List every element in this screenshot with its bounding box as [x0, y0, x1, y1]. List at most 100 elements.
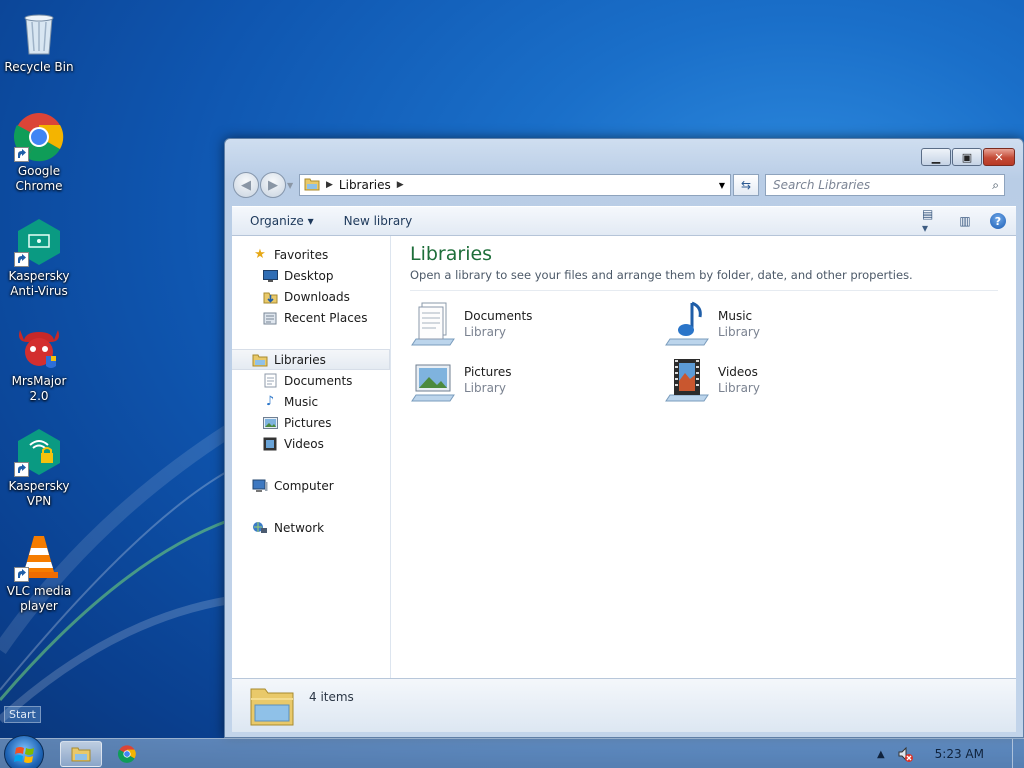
- chrome-icon: [13, 112, 64, 162]
- preview-pane-icon[interactable]: ▥: [956, 213, 974, 229]
- taskbar: ▲ 5:23 AM: [0, 735, 1024, 768]
- libraries-icon: [252, 352, 268, 368]
- taskbar-chrome[interactable]: [106, 741, 148, 767]
- organize-button[interactable]: Organize ▾: [250, 214, 314, 228]
- breadcrumb-separator-icon[interactable]: ▶: [326, 180, 333, 190]
- nav-item-documents[interactable]: Documents: [232, 370, 390, 391]
- mrsmajor-icon: [14, 322, 64, 372]
- shortcut-arrow-icon: [14, 462, 29, 477]
- library-item-pictures[interactable]: Pictures Library: [410, 355, 664, 403]
- back-arrow-icon: ◀: [241, 177, 251, 193]
- desktop-icon-recycle-bin[interactable]: Recycle Bin: [1, 8, 77, 75]
- libraries-folder-icon: [304, 177, 320, 194]
- details-pane: 4 items: [232, 678, 1016, 732]
- library-grid: Documents Library Music Library Pictures…: [410, 299, 998, 403]
- nav-item-network[interactable]: Network: [232, 517, 390, 538]
- desktop-icon-mrsmajor[interactable]: MrsMajor 2.0: [1, 322, 77, 404]
- library-item-videos[interactable]: Videos Library: [664, 355, 918, 403]
- new-library-button[interactable]: New library: [344, 214, 413, 228]
- minimize-button[interactable]: ▁: [921, 148, 951, 166]
- breadcrumb-separator-icon[interactable]: ▶: [397, 180, 404, 190]
- desktop-icon-label: MrsMajor 2.0: [11, 374, 67, 403]
- library-name: Pictures: [464, 365, 512, 379]
- recycle-bin-icon: [14, 8, 64, 58]
- show-hidden-icons-icon[interactable]: ▲: [877, 749, 885, 760]
- navigation-bar: ◀ ▶ ▼ ▶ Libraries ▶ ▼ ⇆ Search Libraries…: [233, 172, 1015, 198]
- nav-item-downloads[interactable]: Downloads: [232, 286, 390, 307]
- change-view-icon[interactable]: ▤ ▾: [922, 207, 940, 235]
- desktop-icon-label: Google Chrome: [15, 164, 63, 193]
- taskbar-explorer[interactable]: [60, 741, 102, 767]
- library-item-music[interactable]: Music Library: [664, 299, 918, 347]
- library-item-documents[interactable]: Documents Library: [410, 299, 664, 347]
- start-tooltip: Start: [4, 706, 41, 723]
- computer-icon: [252, 478, 268, 494]
- clock[interactable]: 5:23 AM: [935, 747, 984, 761]
- library-content: Libraries Open a library to see your fil…: [391, 236, 1016, 678]
- nav-item-videos[interactable]: Videos: [232, 433, 390, 454]
- address-bar[interactable]: ▶ Libraries ▶ ▼: [299, 174, 731, 196]
- library-name: Documents: [464, 309, 533, 323]
- back-button[interactable]: ◀: [233, 172, 259, 198]
- nav-item-favorites[interactable]: ★ Favorites: [232, 244, 390, 265]
- close-button[interactable]: ✕: [983, 148, 1015, 166]
- shortcut-arrow-icon: [14, 147, 29, 162]
- chrome-icon: [118, 745, 136, 763]
- close-icon: ✕: [994, 150, 1004, 164]
- library-name: Music: [718, 309, 753, 323]
- help-icon[interactable]: ?: [990, 213, 1006, 229]
- documents-icon: [262, 373, 278, 389]
- maximize-button[interactable]: ▣: [952, 148, 982, 166]
- nav-item-recent-places[interactable]: Recent Places: [232, 307, 390, 328]
- explorer-body: ★ Favorites Desktop Downloads Recent Pla…: [232, 236, 1016, 678]
- desktop-icon-google-chrome[interactable]: Google Chrome: [1, 112, 77, 194]
- desktop-icon-kaspersky-antivirus[interactable]: Kaspersky Anti-Virus: [1, 217, 77, 299]
- explorer-window[interactable]: ▁ ▣ ✕ ◀ ▶ ▼ ▶ Libraries ▶ ▼ ⇆ Search Lib…: [224, 138, 1024, 738]
- search-placeholder: Search Libraries: [773, 178, 871, 192]
- recent-places-icon: [262, 310, 278, 326]
- videos-icon: [262, 436, 278, 452]
- nav-item-desktop[interactable]: Desktop: [232, 265, 390, 286]
- desktop-icon-label: Recycle Bin: [4, 60, 74, 74]
- network-icon: [252, 520, 268, 536]
- navigation-pane[interactable]: ★ Favorites Desktop Downloads Recent Pla…: [232, 236, 391, 678]
- nav-item-pictures[interactable]: Pictures: [232, 412, 390, 433]
- music-note-icon: ♪: [265, 394, 275, 409]
- search-input[interactable]: Search Libraries ⌕: [765, 174, 1005, 196]
- refresh-button[interactable]: ⇆: [733, 174, 759, 196]
- system-tray: ▲ 5:23 AM: [877, 739, 1024, 768]
- pictures-icon: [262, 415, 278, 431]
- maximize-icon: ▣: [961, 150, 973, 164]
- search-icon[interactable]: ⌕: [992, 178, 999, 193]
- music-library-icon: [664, 299, 714, 347]
- nav-item-computer[interactable]: Computer: [232, 475, 390, 496]
- start-button[interactable]: [4, 735, 44, 768]
- downloads-icon: [262, 289, 278, 305]
- desktop-icon-vlc[interactable]: VLC media player: [1, 532, 77, 614]
- volume-muted-icon[interactable]: [897, 746, 913, 762]
- desktop-icon-label: Kaspersky Anti-Virus: [8, 269, 70, 298]
- videos-library-icon: [664, 355, 714, 403]
- desktop-icon-kaspersky-vpn[interactable]: Kaspersky VPN: [1, 427, 77, 509]
- pictures-library-icon: [410, 355, 460, 403]
- page-title: Libraries: [410, 243, 493, 265]
- item-count: 4 items: [309, 690, 354, 704]
- window-controls: ▁ ▣ ✕: [921, 148, 1015, 166]
- minimize-icon: ▁: [931, 150, 941, 164]
- desktop-icon-label: Kaspersky VPN: [8, 479, 70, 508]
- refresh-icon: ⇆: [740, 178, 752, 192]
- forward-button[interactable]: ▶: [260, 172, 286, 198]
- documents-library-icon: [410, 299, 460, 347]
- address-history-dropdown-icon[interactable]: ▼: [714, 181, 730, 190]
- nav-item-libraries[interactable]: Libraries: [232, 349, 390, 370]
- nav-item-music[interactable]: ♪ Music: [232, 391, 390, 412]
- recent-pages-dropdown[interactable]: ▼: [287, 181, 297, 190]
- libraries-large-icon: [249, 683, 295, 730]
- library-type: Library: [464, 325, 506, 339]
- shortcut-arrow-icon: [14, 567, 29, 582]
- library-type: Library: [464, 381, 506, 395]
- breadcrumb-libraries[interactable]: Libraries: [339, 178, 391, 192]
- windows-explorer-icon: [71, 747, 91, 762]
- library-type: Library: [718, 381, 760, 395]
- show-desktop-button[interactable]: [1012, 739, 1024, 768]
